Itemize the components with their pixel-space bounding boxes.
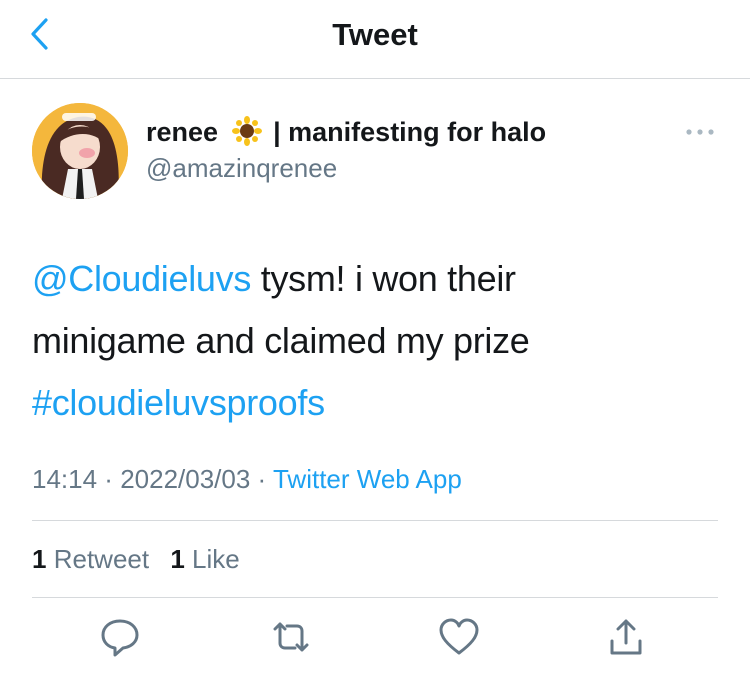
retweet-icon[interactable] (269, 615, 313, 659)
navigation-header: Tweet (0, 0, 750, 79)
likes-label: Like (192, 544, 240, 574)
author-handle[interactable]: @amazinqrenee (146, 153, 337, 184)
mention-link[interactable]: @Cloudieluvs (32, 258, 251, 299)
tweet-text-line-2: minigame and claimed my prize (32, 320, 530, 361)
divider (32, 597, 718, 598)
tweet-time: 14:14 (32, 464, 98, 494)
more-horizontal-icon[interactable] (683, 122, 717, 142)
hashtag-link[interactable]: #cloudieluvsproofs (32, 382, 325, 423)
likes-count: 1 (170, 544, 185, 574)
divider (32, 520, 718, 521)
tweet-text-line-3: #cloudieluvsproofs (32, 372, 712, 434)
likes-stat[interactable]: 1 Like (170, 544, 239, 574)
author-display-name-suffix: | manifesting for halo (273, 117, 547, 147)
avatar[interactable] (32, 103, 128, 199)
author-name-row[interactable]: renee | manifesting for halo (146, 116, 546, 148)
page-title: Tweet (332, 17, 418, 52)
sunflower-emoji-icon (231, 116, 262, 146)
tweet-stats: 1 Retweet 1 Like (32, 544, 254, 575)
retweets-count: 1 (32, 544, 47, 574)
share-icon[interactable] (604, 615, 648, 659)
retweets-stat[interactable]: 1 Retweet (32, 544, 149, 574)
tweet-text-segment: tysm! i won their (251, 258, 516, 299)
meta-separator: · (250, 464, 273, 494)
heart-icon[interactable] (437, 615, 481, 659)
retweets-label: Retweet (53, 544, 150, 574)
tweet-text-line-1: @Cloudieluvs tysm! i won their (32, 248, 712, 310)
tweet-date: 2022/03/03 (120, 464, 251, 494)
author-display-name: renee (146, 117, 219, 147)
reply-icon[interactable] (98, 615, 142, 659)
tweet-text: @Cloudieluvs tysm! i won their minigame … (32, 248, 712, 434)
tweet-meta: 14:14 · 2022/03/03 · Twitter Web App (32, 464, 462, 495)
tweet-actions (0, 615, 750, 665)
tweet-source-link[interactable]: Twitter Web App (273, 464, 462, 494)
meta-separator: · (97, 464, 121, 494)
